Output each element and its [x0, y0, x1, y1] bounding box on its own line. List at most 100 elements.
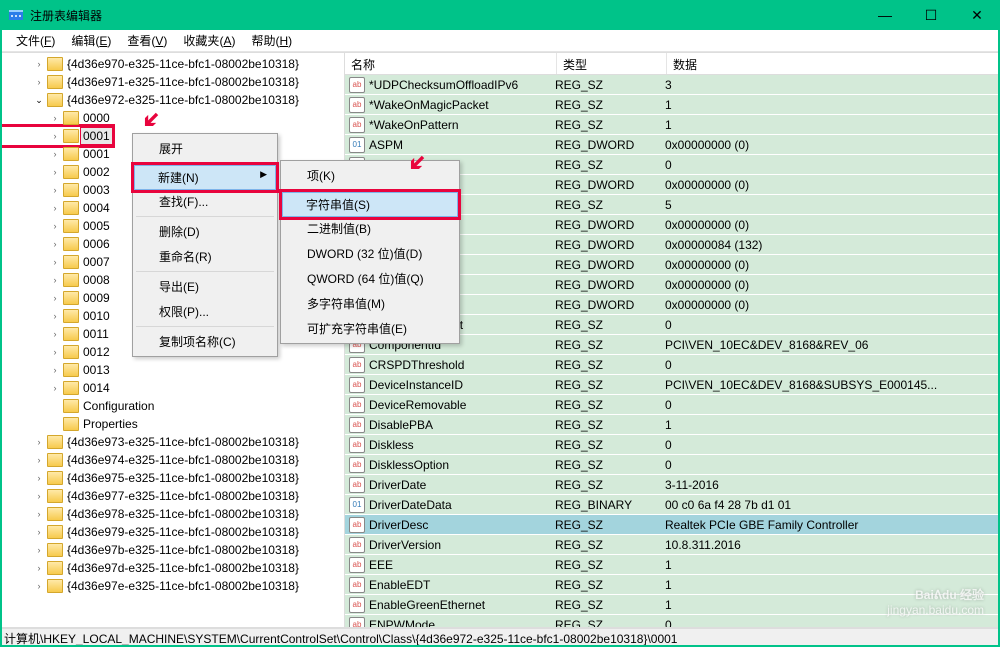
expand-icon[interactable]: ›: [49, 382, 61, 394]
expand-icon[interactable]: ›: [33, 454, 45, 466]
expand-icon[interactable]: ›: [49, 220, 61, 232]
expand-icon[interactable]: ›: [49, 202, 61, 214]
ctx-rename[interactable]: 重命名(R): [135, 244, 275, 269]
ctx-new-string[interactable]: 字符串值(S): [282, 192, 458, 217]
ctx-copy-name[interactable]: 复制项名称(C): [135, 329, 275, 354]
expand-icon[interactable]: ›: [49, 310, 61, 322]
ctx-find[interactable]: 查找(F)...: [135, 189, 275, 214]
expand-icon[interactable]: ›: [33, 580, 45, 592]
expand-icon[interactable]: [49, 418, 61, 430]
list-body[interactable]: ab*UDPChecksumOffloadIPv6REG_SZ3ab*WakeO…: [345, 75, 999, 627]
string-value-icon: ab: [349, 77, 365, 93]
expand-icon[interactable]: ⌄: [33, 94, 45, 106]
expand-icon[interactable]: ›: [49, 346, 61, 358]
tree-item[interactable]: ›{4d36e970-e325-11ce-bfc1-08002be10318}: [1, 55, 344, 73]
tree-item[interactable]: ›{4d36e978-e325-11ce-bfc1-08002be10318}: [1, 505, 344, 523]
list-row[interactable]: abDriverDateREG_SZ3-11-2016: [345, 475, 999, 495]
menu-view[interactable]: 查看(V): [119, 30, 175, 51]
list-row[interactable]: abDeviceInstanceIDREG_SZPCI\VEN_10EC&DEV…: [345, 375, 999, 395]
tree-item[interactable]: ›0014: [1, 379, 344, 397]
tree-item[interactable]: ›{4d36e973-e325-11ce-bfc1-08002be10318}: [1, 433, 344, 451]
menu-favorites[interactable]: 收藏夹(A): [175, 30, 243, 51]
maximize-button[interactable]: ☐: [908, 0, 954, 30]
expand-icon[interactable]: ›: [33, 490, 45, 502]
close-button[interactable]: ✕: [954, 0, 1000, 30]
ctx-new-key[interactable]: 项(K): [283, 163, 457, 188]
tree-item[interactable]: ⌄{4d36e972-e325-11ce-bfc1-08002be10318}: [1, 91, 344, 109]
expand-icon[interactable]: ›: [49, 238, 61, 250]
list-row[interactable]: abDriverVersionREG_SZ10.8.311.2016: [345, 535, 999, 555]
ctx-expand[interactable]: 展开: [135, 136, 275, 161]
value-name: DriverDate: [369, 478, 555, 492]
expand-icon[interactable]: ›: [33, 58, 45, 70]
tree-item[interactable]: ›{4d36e977-e325-11ce-bfc1-08002be10318}: [1, 487, 344, 505]
expand-icon[interactable]: ›: [49, 148, 61, 160]
tree-item[interactable]: ›{4d36e97e-e325-11ce-bfc1-08002be10318}: [1, 577, 344, 595]
expand-icon[interactable]: ›: [49, 364, 61, 376]
context-menu-main[interactable]: 展开 新建(N)▶ 查找(F)... 删除(D) 重命名(R) 导出(E) 权限…: [132, 133, 278, 357]
expand-icon[interactable]: ›: [33, 436, 45, 448]
menu-edit[interactable]: 编辑(E): [63, 30, 119, 51]
ctx-new-expand[interactable]: 可扩充字符串值(E): [283, 316, 457, 341]
expand-icon[interactable]: [49, 400, 61, 412]
ctx-new-qword[interactable]: QWORD (64 位)值(Q): [283, 266, 457, 291]
string-value-icon: ab: [349, 477, 365, 493]
expand-icon[interactable]: ›: [33, 472, 45, 484]
tree-item[interactable]: ›{4d36e975-e325-11ce-bfc1-08002be10318}: [1, 469, 344, 487]
ctx-new[interactable]: 新建(N)▶: [134, 165, 276, 190]
expand-icon[interactable]: ›: [49, 328, 61, 340]
expand-icon[interactable]: ›: [49, 166, 61, 178]
expand-icon[interactable]: ›: [49, 256, 61, 268]
menu-file[interactable]: 文件(F): [8, 30, 63, 51]
list-row[interactable]: abDriverDescREG_SZRealtek PCIe GBE Famil…: [345, 515, 999, 535]
ctx-new-binary[interactable]: 二进制值(B): [283, 216, 457, 241]
tree-item[interactable]: ›{4d36e97d-e325-11ce-bfc1-08002be10318}: [1, 559, 344, 577]
tree-item[interactable]: ›{4d36e979-e325-11ce-bfc1-08002be10318}: [1, 523, 344, 541]
tree-item[interactable]: ›0000: [1, 109, 344, 127]
expand-icon[interactable]: ›: [49, 274, 61, 286]
expand-icon[interactable]: ›: [49, 112, 61, 124]
ctx-export[interactable]: 导出(E): [135, 274, 275, 299]
context-menu-new[interactable]: 项(K) 字符串值(S) 二进制值(B) DWORD (32 位)值(D) QW…: [280, 160, 460, 344]
list-row[interactable]: abDisablePBAREG_SZ1: [345, 415, 999, 435]
expand-icon[interactable]: ›: [33, 526, 45, 538]
ctx-new-multi[interactable]: 多字符串值(M): [283, 291, 457, 316]
ctx-delete[interactable]: 删除(D): [135, 219, 275, 244]
ctx-new-dword[interactable]: DWORD (32 位)值(D): [283, 241, 457, 266]
value-name: Diskless: [369, 438, 555, 452]
minimize-button[interactable]: —: [862, 0, 908, 30]
expand-icon[interactable]: ›: [49, 292, 61, 304]
list-row[interactable]: abEEEREG_SZ1: [345, 555, 999, 575]
col-name[interactable]: 名称: [345, 53, 557, 74]
expand-icon[interactable]: ›: [33, 544, 45, 556]
list-row[interactable]: abCRSPDThresholdREG_SZ0: [345, 355, 999, 375]
col-type[interactable]: 类型: [557, 53, 667, 74]
list-row[interactable]: abEnableGreenEthernetREG_SZ1: [345, 595, 999, 615]
tree-item[interactable]: ›0001: [1, 127, 112, 145]
tree-item[interactable]: ›{4d36e974-e325-11ce-bfc1-08002be10318}: [1, 451, 344, 469]
expand-icon[interactable]: ›: [49, 130, 61, 142]
list-row[interactable]: ab*UDPChecksumOffloadIPv6REG_SZ3: [345, 75, 999, 95]
list-row[interactable]: 01DriverDateDataREG_BINARY00 c0 6a f4 28…: [345, 495, 999, 515]
ctx-permissions[interactable]: 权限(P)...: [135, 299, 275, 324]
list-row[interactable]: ab*WakeOnMagicPacketREG_SZ1: [345, 95, 999, 115]
folder-icon: [63, 309, 79, 323]
expand-icon[interactable]: ›: [33, 508, 45, 520]
list-row[interactable]: abDeviceRemovableREG_SZ0: [345, 395, 999, 415]
tree-item[interactable]: Properties: [1, 415, 344, 433]
list-row[interactable]: 01ASPMREG_DWORD0x00000000 (0): [345, 135, 999, 155]
expand-icon[interactable]: ›: [33, 562, 45, 574]
menu-help[interactable]: 帮助(H): [243, 30, 300, 51]
expand-icon[interactable]: ›: [49, 184, 61, 196]
col-data[interactable]: 数据: [667, 53, 999, 74]
tree-item[interactable]: ›{4d36e97b-e325-11ce-bfc1-08002be10318}: [1, 541, 344, 559]
tree-item[interactable]: ›{4d36e971-e325-11ce-bfc1-08002be10318}: [1, 73, 344, 91]
list-row[interactable]: abEnableEDTREG_SZ1: [345, 575, 999, 595]
list-row[interactable]: abENPWModeREG_SZ0: [345, 615, 999, 627]
tree-item[interactable]: ›0013: [1, 361, 344, 379]
list-row[interactable]: abDisklessOptionREG_SZ0: [345, 455, 999, 475]
expand-icon[interactable]: ›: [33, 76, 45, 88]
tree-item[interactable]: Configuration: [1, 397, 344, 415]
list-row[interactable]: ab*WakeOnPatternREG_SZ1: [345, 115, 999, 135]
list-row[interactable]: abDisklessREG_SZ0: [345, 435, 999, 455]
